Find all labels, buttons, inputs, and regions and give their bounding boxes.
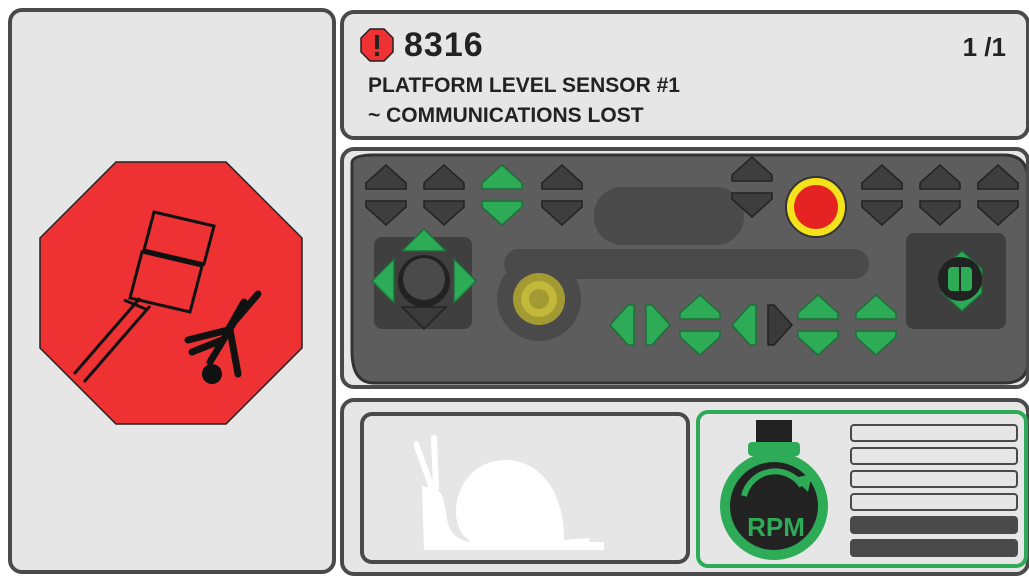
page-counter: 1 /1 <box>962 32 1006 62</box>
control-console-panel <box>340 147 1029 389</box>
hazard-panel <box>8 8 336 574</box>
status-panel: RPM <box>340 398 1029 576</box>
key-switch-icon <box>513 273 565 325</box>
alert-octagon-icon <box>360 28 394 62</box>
rpm-level-bar-3 <box>850 493 1018 511</box>
joystick-icon <box>398 255 450 307</box>
snail-icon <box>414 435 604 550</box>
fault-code: 8316 <box>404 26 484 64</box>
rpm-level-bar-1 <box>850 539 1018 557</box>
rpm-level-bar-5 <box>850 447 1018 465</box>
fault-description-line-2: ~ COMMUNICATIONS LOST <box>368 104 644 127</box>
fault-description-line-1: PLATFORM LEVEL SENSOR #1 <box>368 74 680 97</box>
rpm-level-bar-6 <box>850 424 1018 442</box>
engine-rpm-indicator: RPM <box>696 410 1028 568</box>
rpm-level-bar-2 <box>850 516 1018 534</box>
emergency-stop-button-icon <box>785 176 847 238</box>
control-console-diagram <box>350 153 1026 385</box>
drive-speed-indicator <box>360 412 690 564</box>
fault-message-panel: 8316 1 /1 PLATFORM LEVEL SENSOR #1 ~ COM… <box>340 10 1029 140</box>
rpm-level-bar-4 <box>850 470 1018 488</box>
rpm-label: RPM <box>747 512 805 542</box>
tip-over-crush-hazard-icon <box>72 210 262 384</box>
